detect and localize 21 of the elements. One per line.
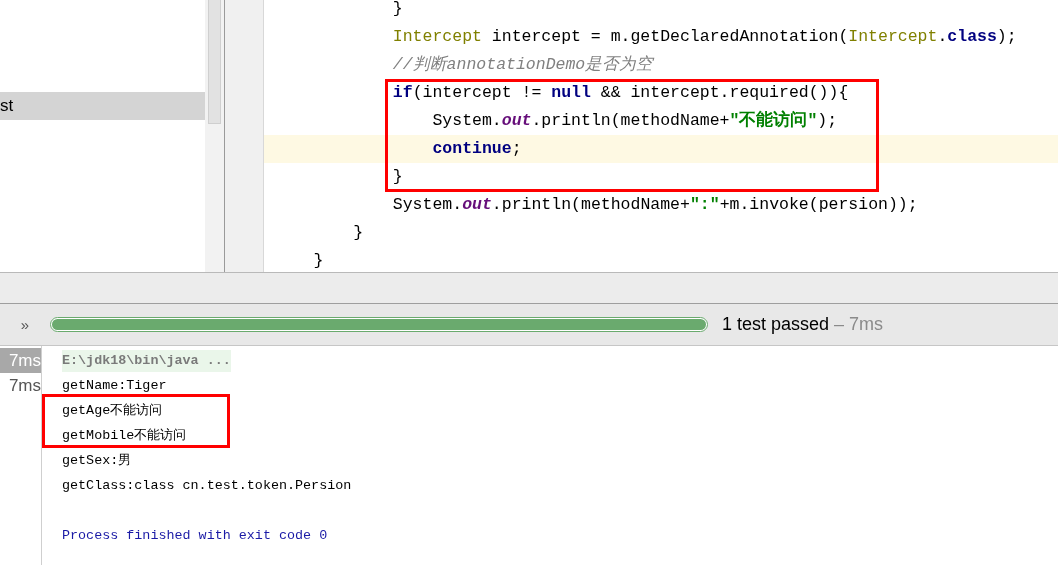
console-line: getAge不能访问 [62, 401, 163, 420]
console-line: getSex:男 [62, 451, 132, 470]
test-status: 1 test passed [722, 314, 830, 335]
console-line: getClass:class cn.test.token.Persion [62, 476, 352, 495]
test-time[interactable]: 7ms [0, 373, 41, 398]
code-line: //判断annotationDemo是否为空 [391, 54, 656, 76]
console-line: Process finished with exit code 0 [62, 526, 328, 545]
scrollbar-thumb[interactable] [208, 0, 221, 124]
test-duration: – 7ms [834, 314, 884, 335]
code-line: } [352, 222, 365, 244]
code-line: } [312, 250, 325, 272]
tree-item[interactable]: st [0, 92, 205, 120]
code-line: Intercept intercept = m.getDeclaredAnnotation(Intercept.class); [391, 26, 1018, 48]
code-line: } [391, 166, 404, 188]
console-line: getName:Tiger [62, 376, 167, 395]
code-line: System.out.println(methodName+":"+m.invoke(persion)); [391, 194, 919, 216]
code-line: } [391, 0, 404, 20]
console-line: getMobile不能访问 [62, 426, 187, 445]
code-line: if(intercept != null && intercept.required()){ [391, 82, 850, 104]
expand-button[interactable]: » [0, 316, 50, 333]
code-line: System.out.println(methodName+"不能访问"); [431, 109, 839, 132]
